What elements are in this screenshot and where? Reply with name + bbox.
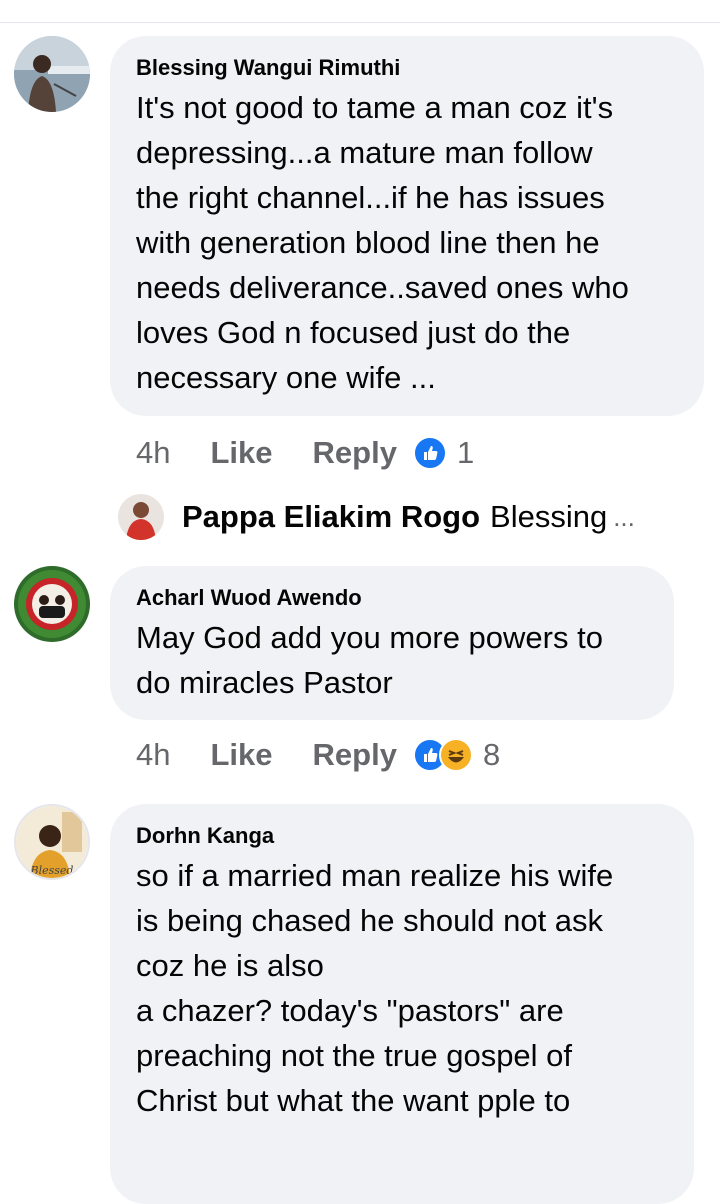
- reply-author[interactable]: Pappa Eliakim Rogo: [182, 499, 480, 535]
- avatar[interactable]: Blessed: [14, 804, 90, 880]
- comment-author[interactable]: Dorhn Kanga: [136, 822, 670, 850]
- comment-bubble: Acharl Wuod Awendo May God add you more …: [110, 566, 674, 720]
- comment-text: so if a married man realize his wife is …: [136, 858, 614, 1118]
- reply-avatar: [118, 494, 164, 540]
- reaction-count: 1: [456, 435, 475, 470]
- like-button[interactable]: Like: [210, 435, 272, 471]
- comment-actions: 4h Like Reply 8: [136, 735, 500, 775]
- reply-button[interactable]: Reply: [313, 435, 397, 471]
- avatar[interactable]: [14, 36, 90, 112]
- comment-timestamp[interactable]: 4h: [136, 435, 170, 471]
- reactions[interactable]: [412, 738, 473, 772]
- avatar[interactable]: [14, 566, 90, 642]
- reply-preview[interactable]: Pappa Eliakim Rogo Blessing ...: [118, 490, 635, 544]
- comment-timestamp[interactable]: 4h: [136, 737, 170, 773]
- comment-author[interactable]: Acharl Wuod Awendo: [136, 584, 650, 612]
- profile-photo: [14, 36, 90, 112]
- top-divider: [0, 22, 720, 23]
- like-icon: [412, 436, 447, 470]
- reply-ellipsis: ...: [613, 501, 635, 532]
- comment-author[interactable]: Blessing Wangui Rimuthi: [136, 54, 680, 82]
- comment-bubble: Dorhn Kanga so if a married man realize …: [110, 804, 694, 1204]
- avatar-caption: Blessed: [30, 864, 74, 877]
- profile-photo: Blessed: [16, 806, 88, 878]
- reactions[interactable]: [412, 436, 447, 470]
- profile-photo: [14, 566, 90, 642]
- profile-photo: [118, 494, 164, 540]
- comment-actions: 4h Like Reply 1: [136, 433, 474, 473]
- comment-text: It's not good to tame a man coz it's dep…: [136, 90, 629, 395]
- haha-icon: [438, 738, 473, 772]
- like-button[interactable]: Like: [210, 737, 272, 773]
- reply-button[interactable]: Reply: [313, 737, 397, 773]
- comment-text: May God add you more powers to do miracl…: [136, 620, 603, 700]
- comment-bubble: Blessing Wangui Rimuthi It's not good to…: [110, 36, 704, 416]
- reaction-count: 8: [482, 737, 501, 772]
- reply-snippet: Blessing: [490, 499, 608, 534]
